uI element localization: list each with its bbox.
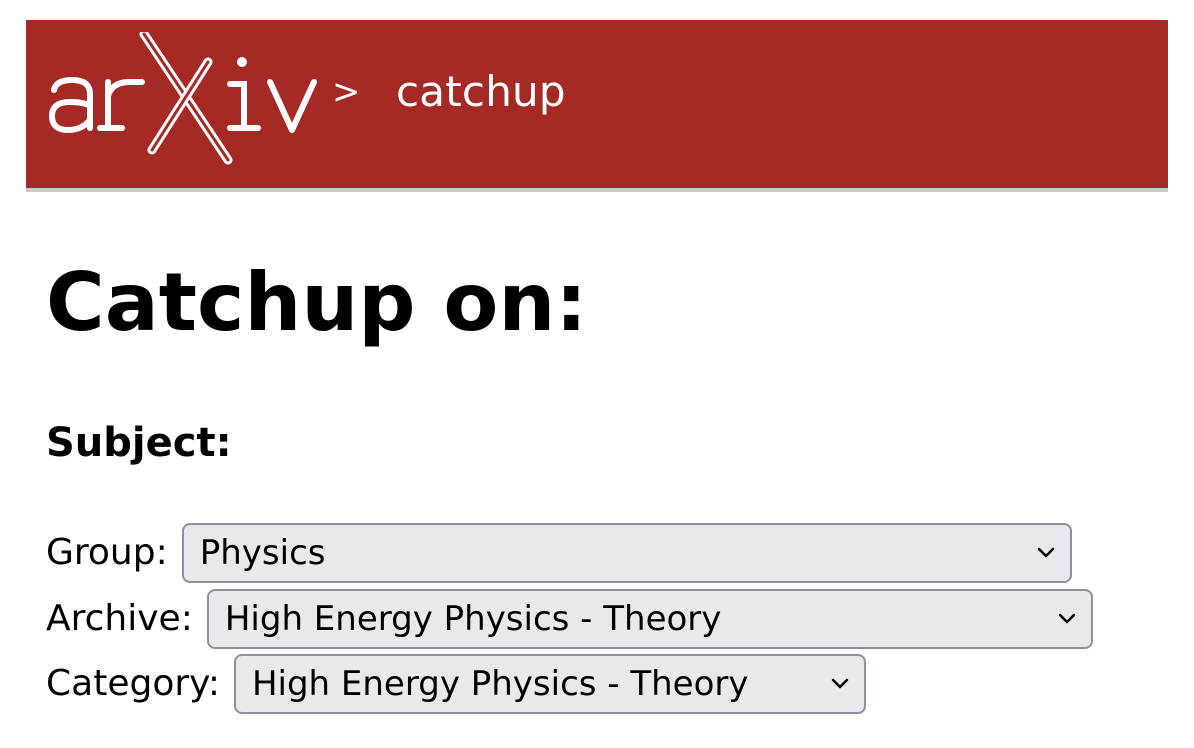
archive-row: Archive: High Energy Physics - Theory bbox=[46, 587, 1093, 651]
category-select-value: High Energy Physics - Theory bbox=[251, 664, 749, 704]
category-row: Category: High Energy Physics - Theory bbox=[46, 652, 866, 716]
subject-heading: Subject: bbox=[46, 420, 232, 466]
page-title: Catchup on: bbox=[46, 256, 588, 349]
site-header: > catchup bbox=[26, 20, 1168, 192]
archive-select[interactable]: High Energy Physics - Theory bbox=[206, 589, 1093, 649]
group-row: Group: Physics bbox=[46, 521, 1072, 585]
category-label: Category: bbox=[46, 663, 220, 704]
category-select[interactable]: High Energy Physics - Theory bbox=[233, 654, 866, 714]
chevron-down-icon bbox=[1037, 547, 1054, 558]
archive-select-value: High Energy Physics - Theory bbox=[224, 599, 722, 639]
group-select-value: Physics bbox=[199, 533, 326, 573]
arxiv-logo[interactable] bbox=[46, 32, 322, 172]
breadcrumb-separator: > bbox=[332, 72, 361, 112]
chevron-down-icon bbox=[1058, 613, 1076, 624]
breadcrumb-catchup: catchup bbox=[396, 67, 566, 116]
group-label: Group: bbox=[46, 532, 168, 573]
chevron-down-icon bbox=[831, 678, 849, 689]
group-select[interactable]: Physics bbox=[181, 523, 1072, 583]
archive-label: Archive: bbox=[46, 598, 193, 639]
